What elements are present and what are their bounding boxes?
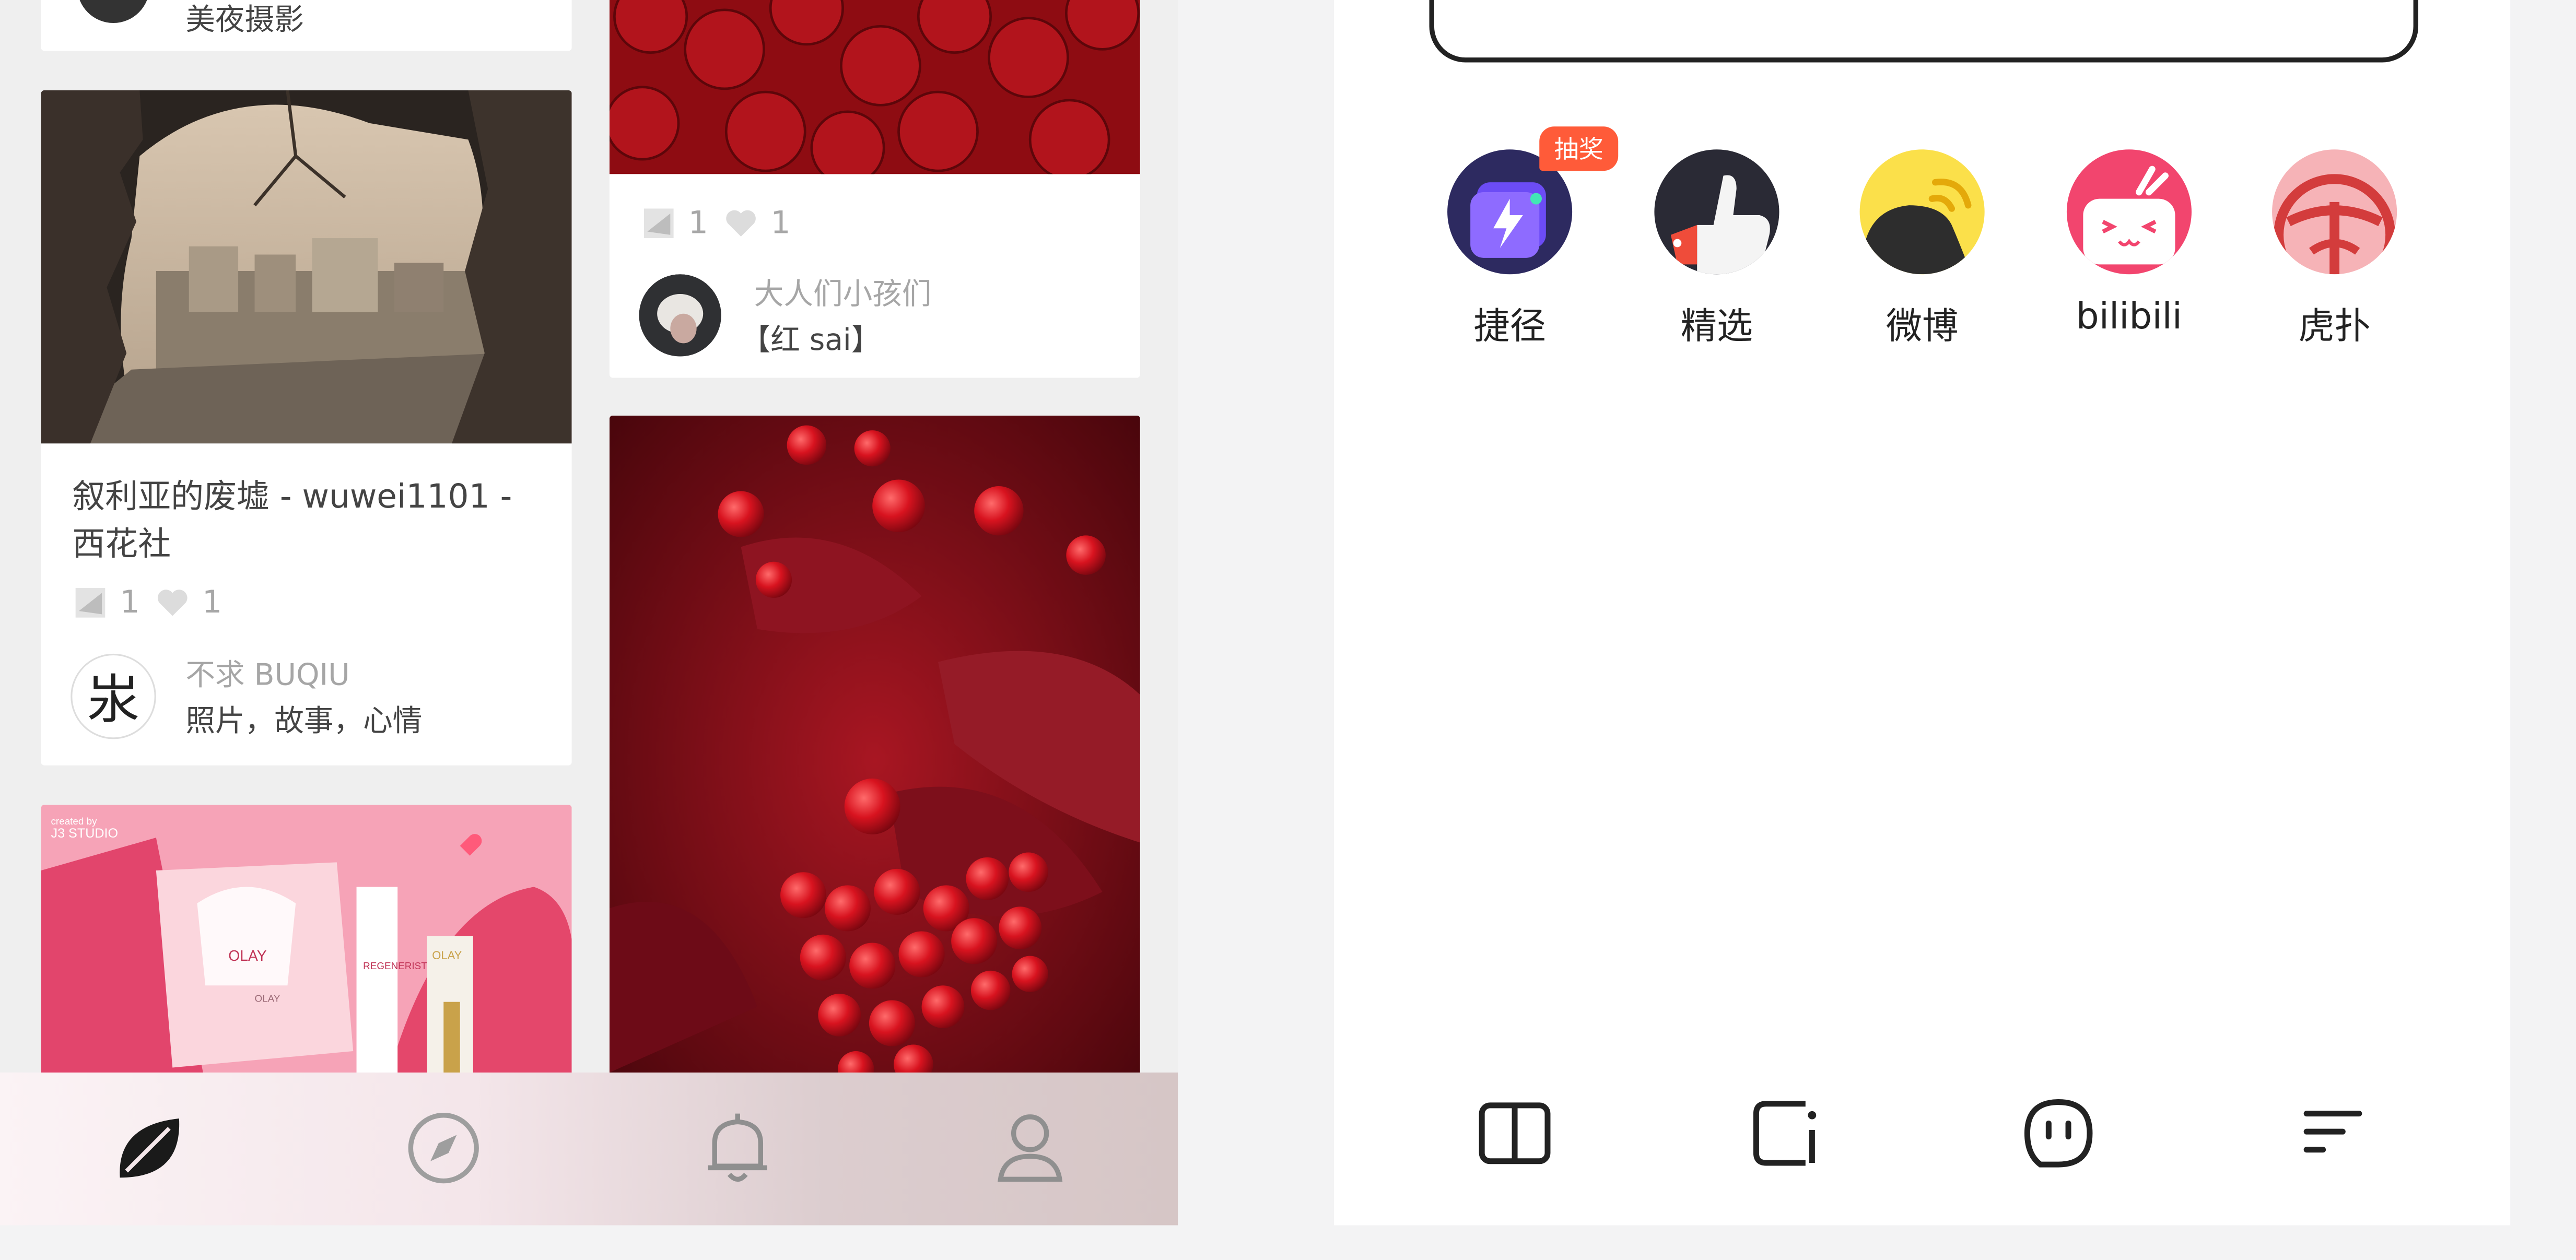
shortcut-jingxuan[interactable]: 精选 [1643, 149, 1790, 350]
avatar-photo [639, 274, 721, 357]
card-stats: 1 1 [74, 584, 223, 621]
author-desc: 美夜摄影 [185, 3, 304, 38]
search-box[interactable] [1429, 0, 2419, 63]
menu-lines-icon [2303, 1111, 2362, 1153]
nav-book[interactable] [1473, 1092, 1555, 1174]
author-avatar[interactable] [639, 274, 721, 357]
tab-window-icon [1753, 1101, 1817, 1166]
lottery-badge: 抽奖 [1539, 126, 1619, 171]
face-icon [2024, 1099, 2093, 1168]
olay-photo: created by J3 STUDIO OLAY REGENERIST OLA… [41, 805, 572, 1084]
tab-profile[interactable] [981, 1099, 1080, 1197]
shortcut-hupu[interactable]: 虎扑 [2261, 149, 2408, 350]
feed-card-olay[interactable]: created by J3 STUDIO OLAY REGENERIST OLA… [41, 805, 572, 1084]
studio-text: J3 STUDIO [51, 826, 119, 841]
tab-home[interactable] [100, 1099, 199, 1197]
shortcut-label: 微博 [1886, 307, 1959, 348]
feed-card-roses[interactable]: 1 1 大人们小孩们 【红 sai】 [609, 0, 1140, 378]
shortcut-weibo[interactable]: 微博 [1848, 149, 1996, 350]
compass-icon [408, 1113, 479, 1184]
heart-icon [726, 210, 756, 237]
olay-brand-mask: OLAY [255, 993, 280, 1004]
collect-icon [75, 588, 106, 618]
shortcut-label: 虎扑 [2298, 307, 2371, 348]
bilibili-icon [2066, 149, 2192, 275]
feed-card-berries[interactable] [609, 415, 1140, 1105]
user-icon [998, 1114, 1063, 1182]
author-avatar[interactable]: 汖 [71, 653, 156, 739]
bottom-tab-bar [0, 1072, 1178, 1226]
berries-photo [609, 415, 1140, 1105]
author-name[interactable]: 大人们小孩们 [754, 271, 932, 314]
avatar [77, 0, 150, 23]
book-icon [1479, 1102, 1551, 1164]
right-app: 抽奖 捷径 精选 微博 bilibili 虎扑 [1334, 0, 2511, 1226]
shortcut-label: bilibili [2076, 297, 2183, 338]
bell-icon [708, 1113, 767, 1182]
left-app: 美夜摄影 叙利亚的废墟 - wuwei1101 - 西花社 1 1 汖 不求 B… [0, 0, 1178, 1226]
ruins-photo [41, 90, 572, 444]
card-title: 叙利亚的废墟 - wuwei1101 - 西花社 [72, 476, 512, 563]
roses-photo [609, 0, 1140, 174]
thumbs-up-icon [1654, 149, 1779, 275]
shortcut-label: 捷径 [1473, 307, 1546, 348]
olay-brand-box: OLAY [228, 947, 267, 964]
tab-notifications[interactable] [688, 1099, 787, 1197]
collect-icon [643, 208, 674, 239]
nav-tabs[interactable] [1744, 1092, 1826, 1174]
collect-count: 1 [120, 584, 140, 621]
heart-icon [158, 590, 188, 616]
tab-explore[interactable] [394, 1099, 493, 1197]
nav-menu[interactable] [2289, 1092, 2371, 1174]
like-count: 1 [770, 205, 791, 242]
feed-card-top[interactable]: 美夜摄影 [41, 0, 572, 51]
collect-count: 1 [688, 205, 708, 242]
weibo-icon [1859, 149, 1985, 275]
shortcut-jiejing[interactable]: 抽奖 捷径 [1436, 126, 1619, 350]
author-desc: 【红 sai】 [741, 323, 881, 358]
hupu-icon [2272, 149, 2397, 275]
shortcut-label: 精选 [1680, 307, 1753, 348]
shortcut-bilibili[interactable]: bilibili [2055, 149, 2203, 338]
feed-card-ruins[interactable]: 叙利亚的废墟 - wuwei1101 - 西花社 1 1 汖 不求 BUQIU … [41, 90, 572, 766]
studio-small-text: created by [51, 816, 98, 827]
author-name[interactable]: 不求 BUQIU [185, 652, 349, 695]
like-count: 1 [202, 584, 223, 621]
leaf-icon [120, 1118, 180, 1178]
olay-product-text: REGENERIST [363, 960, 427, 971]
olay-brand-bottle: OLAY [432, 949, 462, 962]
author-desc: 照片，故事，心情 [185, 704, 423, 739]
nav-chat[interactable] [2018, 1092, 2100, 1174]
card-stats: 1 1 [642, 205, 791, 241]
